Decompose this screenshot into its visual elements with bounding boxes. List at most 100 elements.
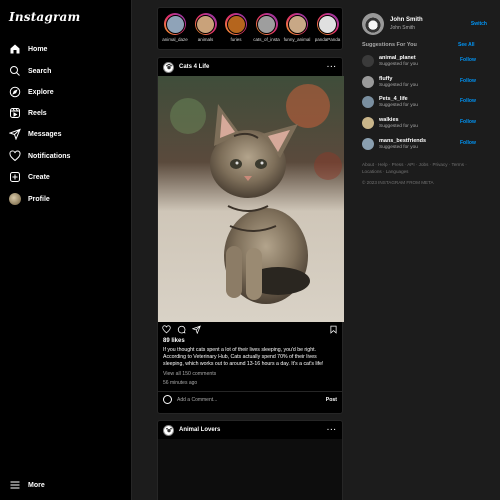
story-item[interactable]: funny_animal xyxy=(282,13,312,42)
suggestion-subtext: Suggested for you xyxy=(379,82,418,88)
nav-notifications[interactable]: Notifications xyxy=(9,148,70,164)
story-item[interactable]: animal_daze xyxy=(160,13,190,42)
footer-links[interactable]: About · Help · Press · API · Jobs · Priv… xyxy=(362,162,472,175)
story-item[interactable]: cats_of_insta xyxy=(252,13,282,42)
nav-home[interactable]: Home xyxy=(9,41,47,57)
nav-messages[interactable]: Messages xyxy=(9,126,61,142)
nav-messages-label: Messages xyxy=(28,130,62,138)
share-icon[interactable] xyxy=(192,325,201,334)
like-heart-icon[interactable] xyxy=(162,325,171,334)
story-avatar xyxy=(257,14,276,34)
story-avatar xyxy=(196,14,215,34)
follow-button[interactable]: Follow xyxy=(460,140,476,146)
heart-icon xyxy=(9,150,21,162)
comment-input[interactable] xyxy=(177,396,326,403)
nav-profile-label: Profile xyxy=(28,195,50,203)
suggestion-username[interactable]: animal_planet xyxy=(379,55,416,61)
post-author-avatar[interactable] xyxy=(163,61,174,73)
sidebar: Instagram Home Search Explore Reels Mess… xyxy=(0,0,132,500)
suggestion-item: Pets_4_life Suggested for you Follow xyxy=(362,94,492,110)
story-ring xyxy=(194,13,217,35)
compass-icon xyxy=(9,86,21,98)
emoji-icon[interactable] xyxy=(163,395,172,405)
nav-explore-label: Explore xyxy=(28,88,54,96)
story-ring xyxy=(164,13,186,35)
post-image[interactable] xyxy=(158,439,342,500)
story-username: funny_animal xyxy=(283,37,311,42)
post-header: Animal Lovers ··· xyxy=(158,421,342,439)
post-image[interactable] xyxy=(158,76,344,322)
suggestion-subtext: Suggested for you xyxy=(379,124,418,130)
post-timestamp: 56 minutes ago xyxy=(163,379,198,386)
bookmark-icon[interactable] xyxy=(329,325,338,334)
menu-icon xyxy=(9,479,21,491)
nav-home-label: Home xyxy=(28,45,48,53)
search-icon xyxy=(9,65,21,77)
view-comments-link[interactable]: View all 150 comments xyxy=(158,371,342,377)
nav-search[interactable]: Search xyxy=(9,63,51,79)
current-user: John Smith John Smith Switch xyxy=(362,13,492,35)
suggestion-item: walkies Suggested for you Follow xyxy=(362,115,492,131)
profile-avatar xyxy=(9,193,21,205)
more-options-icon[interactable]: ··· xyxy=(327,64,337,71)
follow-button[interactable]: Follow xyxy=(460,57,476,63)
suggestion-username[interactable]: Pets_4_life xyxy=(379,96,408,102)
nav-create-label: Create xyxy=(28,173,50,181)
plus-square-icon xyxy=(9,171,21,183)
nav-explore[interactable]: Explore xyxy=(9,84,54,100)
cat-photo xyxy=(158,76,344,322)
switch-account-button[interactable]: Switch xyxy=(471,21,487,27)
suggestion-avatar[interactable] xyxy=(362,96,374,109)
nav-profile[interactable]: Profile xyxy=(9,191,50,207)
post-actions xyxy=(158,322,342,337)
nav-more-label: More xyxy=(28,481,45,489)
follow-button[interactable]: Follow xyxy=(460,119,476,125)
story-ring xyxy=(316,13,339,35)
story-username: cats_of_insta xyxy=(253,37,280,42)
follow-button[interactable]: Follow xyxy=(460,78,476,84)
nav-create[interactable]: Create xyxy=(9,169,50,185)
story-avatar xyxy=(287,14,307,34)
post-header: Cats 4 Life ··· xyxy=(158,58,342,76)
story-item[interactable]: furies xyxy=(221,13,251,42)
suggestion-username[interactable]: fluffy xyxy=(379,76,392,82)
post-comment-button[interactable]: Post xyxy=(326,397,337,403)
post-card: Cats 4 Life ··· 89 likes If you thought … xyxy=(157,57,344,414)
see-all-link[interactable]: See All xyxy=(458,42,475,48)
post-author-name[interactable]: Cats 4 Life xyxy=(179,64,209,70)
comment-icon[interactable] xyxy=(177,325,186,334)
stories-bar: animal_daze animals furies cats_of_insta fun… xyxy=(157,7,343,50)
nav-reels[interactable]: Reels xyxy=(9,105,47,121)
story-avatar xyxy=(226,14,246,34)
post-card: Animal Lovers ··· xyxy=(157,420,343,500)
current-user-avatar[interactable] xyxy=(362,13,384,35)
suggestion-username[interactable]: walkies xyxy=(379,117,399,123)
story-avatar xyxy=(165,14,185,34)
suggestion-avatar[interactable] xyxy=(362,117,374,130)
suggestion-subtext: Suggested for you xyxy=(379,144,418,150)
post-author-avatar[interactable] xyxy=(163,424,174,436)
post-author-name[interactable]: Animal Lovers xyxy=(179,427,220,433)
instagram-logo[interactable]: Instagram xyxy=(9,10,80,24)
story-username: furies xyxy=(230,37,242,42)
suggestion-avatar[interactable] xyxy=(362,75,374,88)
likes-count[interactable]: 89 likes xyxy=(158,338,342,344)
current-user-name: John Smith xyxy=(390,25,416,31)
suggestion-username[interactable]: mans_bestfriends xyxy=(379,138,426,144)
suggestion-avatar[interactable] xyxy=(362,137,374,150)
story-item[interactable]: animals xyxy=(191,13,221,42)
follow-button[interactable]: Follow xyxy=(460,98,476,104)
send-icon xyxy=(9,128,21,140)
nav-search-label: Search xyxy=(28,67,52,75)
suggestion-avatar[interactable] xyxy=(362,55,374,67)
suggestions-title: Suggestions For You xyxy=(362,42,417,48)
nav-more[interactable]: More xyxy=(9,477,45,493)
suggestion-item: fluffy Suggested for you Follow xyxy=(362,74,492,90)
right-panel: John Smith John Smith Switch Suggestions… xyxy=(345,0,500,500)
current-user-username[interactable]: John Smith xyxy=(390,17,423,23)
story-item[interactable]: pandaPanda xyxy=(313,13,343,42)
story-ring xyxy=(255,13,278,35)
post-caption: If you thought cats spent a lot of their… xyxy=(163,347,324,368)
more-options-icon[interactable]: ··· xyxy=(327,427,337,434)
nav-notifications-label: Notifications xyxy=(28,152,71,160)
